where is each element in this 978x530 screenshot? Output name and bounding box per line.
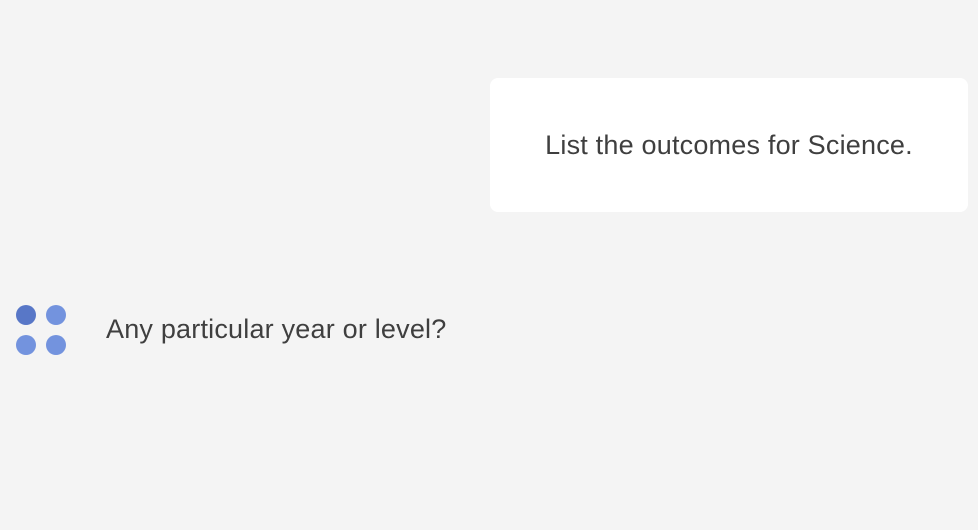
avatar-dot-icon bbox=[46, 305, 66, 325]
user-message-bubble: List the outcomes for Science. bbox=[490, 78, 968, 212]
avatar-dot-icon bbox=[16, 305, 36, 325]
avatar-dot-icon bbox=[16, 335, 36, 355]
assistant-message: Any particular year or level? bbox=[14, 303, 447, 355]
four-dot-logo-icon bbox=[14, 303, 68, 355]
assistant-message-text: Any particular year or level? bbox=[106, 313, 447, 344]
avatar-dot-icon bbox=[46, 335, 66, 355]
user-message-text: List the outcomes for Science. bbox=[545, 129, 913, 160]
chat-window: List the outcomes for Science. Any parti… bbox=[0, 0, 978, 530]
